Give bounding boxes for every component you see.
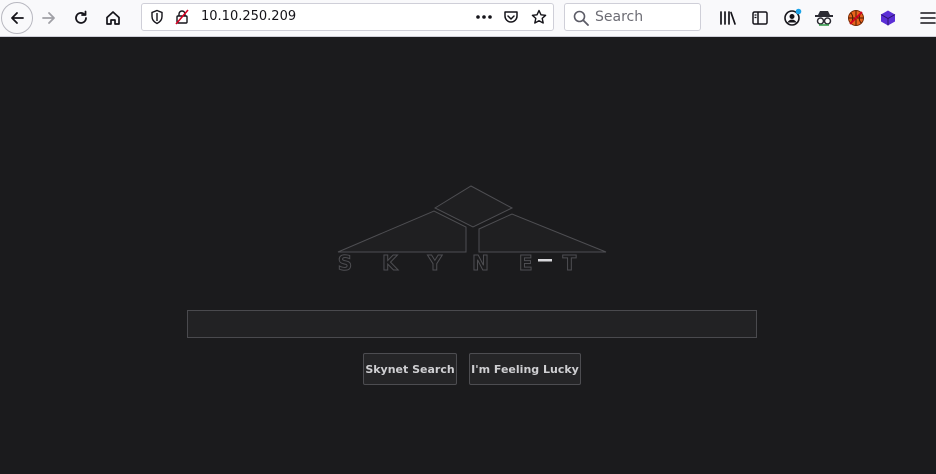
- incognito-extension-icon: [815, 11, 833, 26]
- sidebar-icon: [752, 11, 768, 25]
- cube-extension-icon: [880, 10, 896, 26]
- hamburger-menu-icon: [920, 12, 936, 24]
- logo-text: SKYNET: [338, 251, 606, 274]
- browser-toolbar: 10.10.250.209 Search: [0, 0, 936, 37]
- library-icon: [720, 11, 736, 25]
- incognito-extension-button[interactable]: [814, 8, 834, 28]
- shield-icon[interactable]: [149, 9, 165, 25]
- cube-extension-button[interactable]: [878, 8, 898, 28]
- address-bar[interactable]: 10.10.250.209: [141, 3, 554, 31]
- reload-icon: [75, 10, 87, 24]
- account-button[interactable]: [782, 8, 802, 28]
- pocket-icon[interactable]: [503, 9, 519, 25]
- star-icon[interactable]: [531, 9, 547, 25]
- home-icon: [106, 11, 120, 25]
- back-arrow-icon: [11, 12, 24, 24]
- feeling-lucky-button[interactable]: I'm Feeling Lucky: [469, 353, 581, 385]
- search-placeholder: Search: [595, 9, 644, 25]
- search-icon: [573, 10, 589, 26]
- back-button[interactable]: [1, 2, 33, 34]
- basketball-extension-icon: [848, 10, 864, 26]
- url-text[interactable]: 10.10.250.209: [201, 9, 296, 24]
- page-content: SKYNET Skynet Search I'm Feeling Lucky: [0, 38, 936, 474]
- reload-button[interactable]: [65, 2, 97, 34]
- basketball-extension-button[interactable]: [846, 8, 866, 28]
- forward-button[interactable]: [33, 2, 65, 34]
- skynet-search-button[interactable]: Skynet Search: [363, 353, 457, 385]
- menu-button[interactable]: [918, 8, 936, 28]
- insecure-lock-icon[interactable]: [174, 9, 190, 25]
- library-button[interactable]: [718, 8, 738, 28]
- account-icon: [784, 8, 802, 26]
- more-dots-icon[interactable]: [476, 14, 492, 20]
- browser-search-bar[interactable]: Search: [564, 3, 701, 31]
- sidebar-button[interactable]: [750, 8, 770, 28]
- forward-arrow-icon: [42, 12, 55, 24]
- skynet-logo: SKYNET: [337, 185, 607, 274]
- home-button[interactable]: [97, 2, 129, 34]
- search-query-input[interactable]: [187, 310, 757, 338]
